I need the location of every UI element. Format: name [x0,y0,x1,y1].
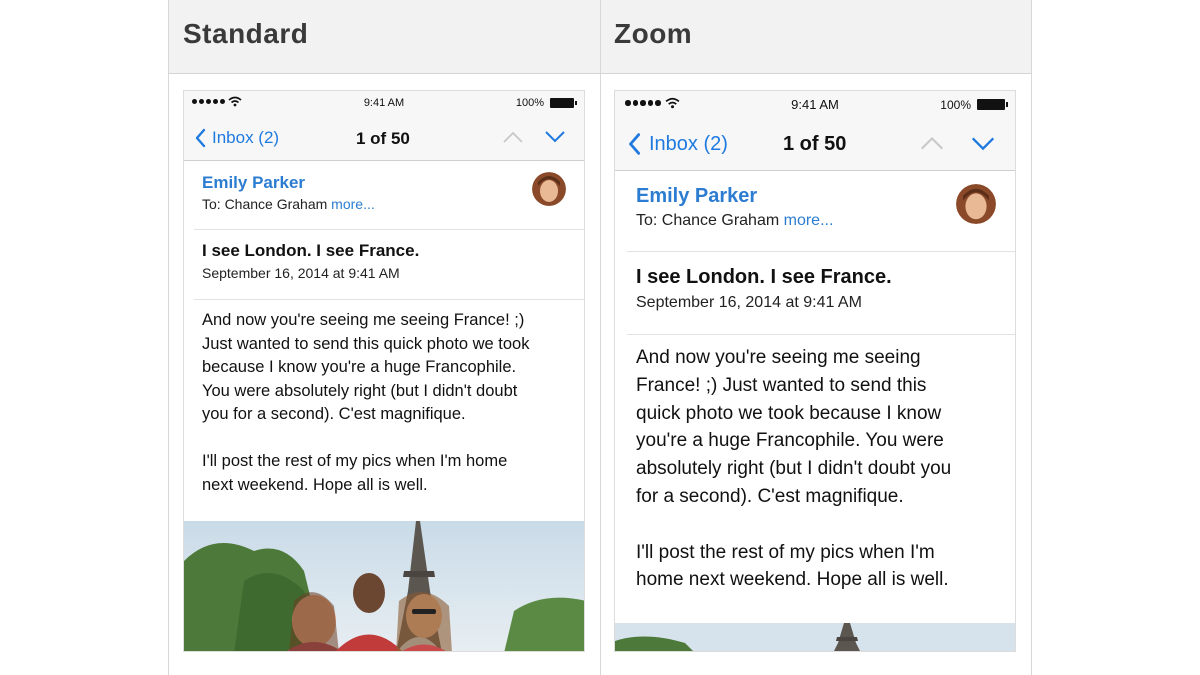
eiffel-tower-photo-icon [615,623,1015,651]
divider [627,334,1015,335]
body-line: home next weekend. Hope all is well. [636,569,949,591]
more-recipients-link[interactable]: more... [784,212,834,229]
recipient-line: To: Chance Graham more... [202,196,375,212]
divider [627,251,1015,252]
recipient-line: To: Chance Graham more... [636,212,833,230]
back-to-inbox-button[interactable]: Inbox (2) [194,128,279,148]
divider [194,229,584,230]
attached-photo[interactable] [184,521,584,651]
email-body: And now you're seeing me seeing France! … [202,312,582,500]
body-line [636,515,1014,543]
email-subject: I see London. I see France. [202,241,420,260]
message-counter: 1 of 50 [356,129,410,148]
body-line: you for a second). C'est magnifique. [202,405,466,423]
back-label: Inbox (2) [212,128,280,147]
email-date: September 16, 2014 at 9:41 AM [636,294,862,311]
body-line: I'll post the rest of my pics when I'm [636,541,935,563]
status-bar: 9:41 AM 100% [615,91,1015,117]
body-line: And now you're seeing me seeing France! … [202,311,525,329]
recipient-text: To: Chance Graham [202,196,332,212]
avatar-photo-icon [956,184,996,224]
body-line: I'll post the rest of my pics when I'm h… [202,452,508,470]
body-line: for a second). C'est magnifique. [636,485,904,507]
back-to-inbox-button[interactable]: Inbox (2) [627,132,728,156]
zoom-column-title: Zoom [614,18,693,49]
mail-nav-bar: Inbox (2) 1 of 50 [615,117,1015,171]
body-line: absolutely right (but I didn't doubt you [636,458,952,480]
body-line [202,430,582,454]
email-subject: I see London. I see France. [636,266,892,288]
body-line: because I know you're a huge Francophile… [202,358,517,376]
sender-avatar[interactable] [532,172,566,206]
divider [194,299,584,300]
sender-name[interactable]: Emily Parker [202,173,305,193]
body-line: France! ;) Just wanted to send this [636,374,927,396]
standard-column-title: Standard [183,18,309,49]
zoom-phone-screen: 9:41 AM 100% Inbox (2) 1 of 50 Emily Par… [614,90,1016,652]
next-message-chevron-down-icon[interactable] [970,136,996,152]
battery-icon [550,98,577,108]
avatar-photo-icon [532,172,566,206]
battery-icon [977,99,1008,110]
more-recipients-link[interactable]: more... [331,196,375,212]
body-line: you're a huge Francophile. You were [636,430,944,452]
mail-nav-bar: Inbox (2) 1 of 50 [184,115,584,161]
column-divider [600,0,601,675]
chevron-left-icon [195,128,206,148]
battery-percent: 100% [940,98,971,112]
back-label: Inbox (2) [649,132,728,155]
email-date: September 16, 2014 at 9:41 AM [202,265,400,281]
body-line: You were absolutely right (but I didn't … [202,381,518,400]
body-line: next weekend. Hope all is well. [202,475,428,494]
sender-name[interactable]: Emily Parker [636,185,757,208]
battery-percent: 100% [515,97,544,109]
body-line: quick photo we took because I know [636,402,942,424]
standard-phone-screen: 9:41 AM 100% Inbox (2) 1 of 50 Emily Par… [183,90,585,652]
message-counter: 1 of 50 [783,133,847,155]
body-line: And now you're seeing me seeing [636,347,921,368]
recipient-text: To: Chance Graham [636,212,784,229]
body-line: Just wanted to send this quick photo we … [202,334,530,353]
email-body: And now you're seeing me seeing France! … [636,348,1014,598]
sender-avatar[interactable] [956,184,996,224]
previous-message-chevron-up-icon[interactable] [502,130,524,144]
next-message-chevron-down-icon[interactable] [544,130,566,144]
attached-photo[interactable] [615,623,1015,651]
previous-message-chevron-up-icon[interactable] [919,135,945,151]
status-bar: 9:41 AM 100% [184,91,584,115]
chevron-left-icon [629,133,641,155]
eiffel-tower-photo-icon [184,521,584,651]
